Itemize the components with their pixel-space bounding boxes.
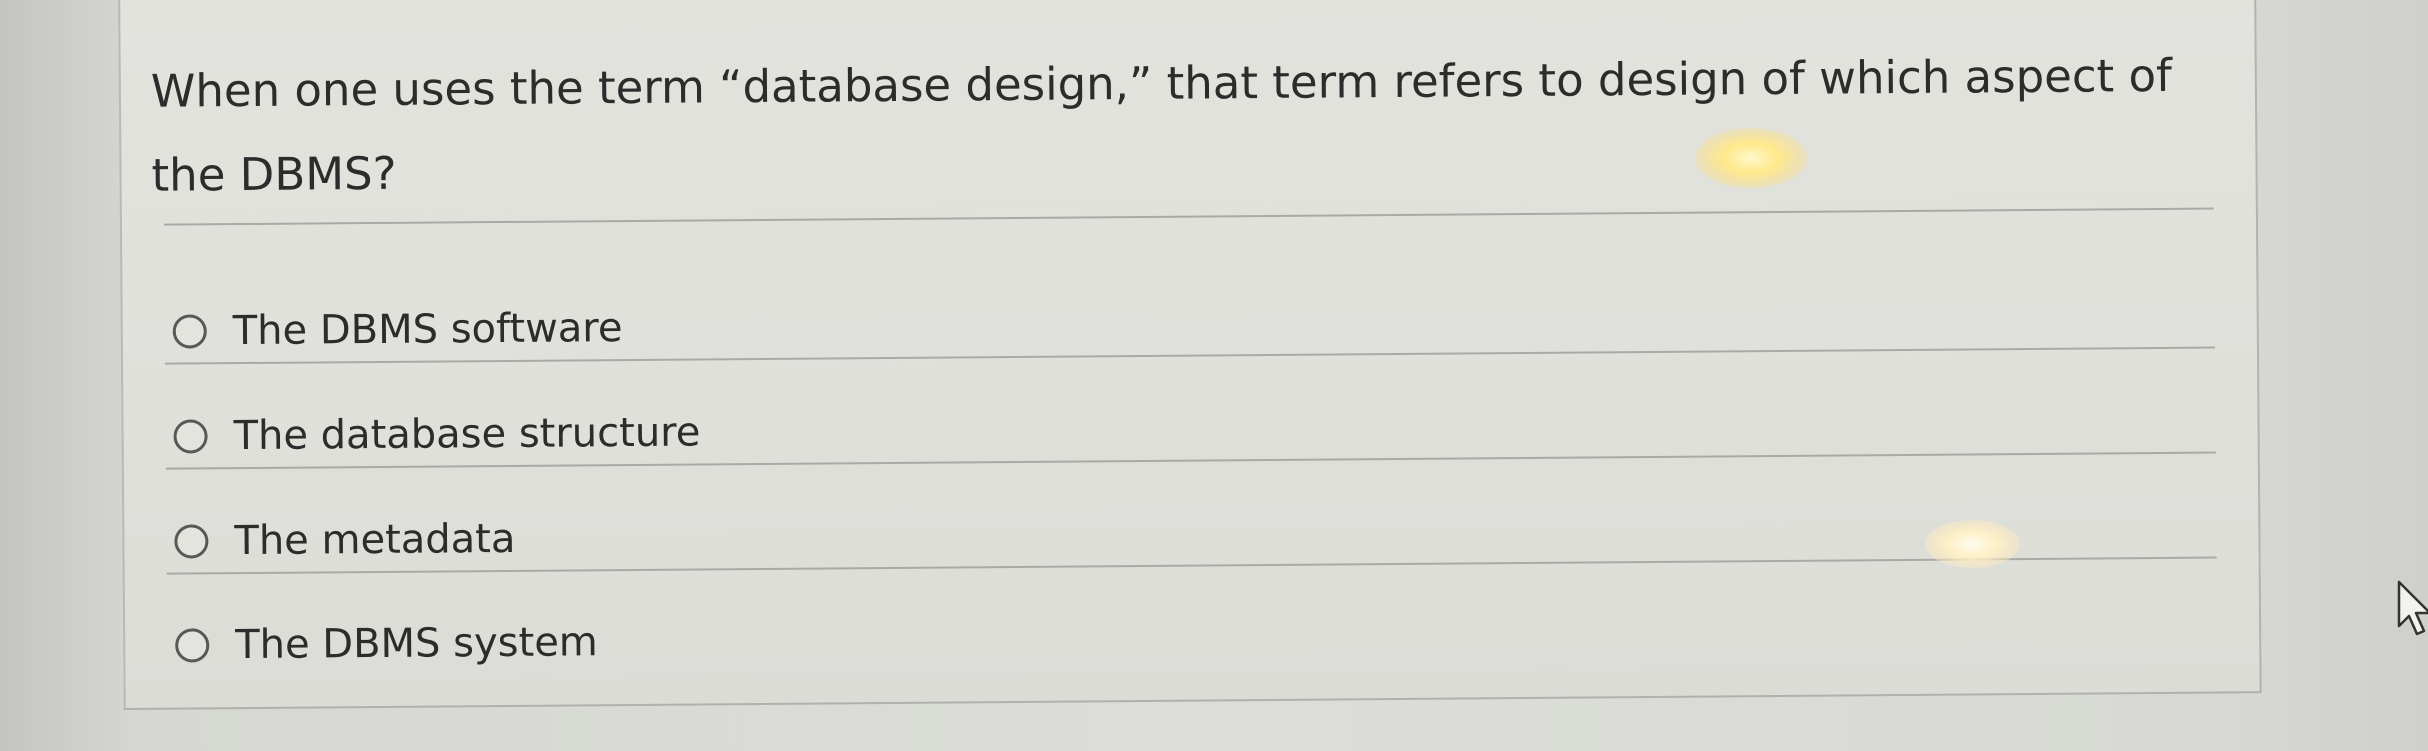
answer-option-2[interactable]: The database structure [173,402,701,466]
answer-option-label: The database structure [233,409,701,460]
answer-option-label: The metadata [234,515,516,565]
answer-option-4[interactable]: The DBMS system [175,612,598,675]
radio-unselected-icon[interactable] [172,314,207,349]
question-card: When one uses the term “database design,… [118,0,2262,710]
answer-option-label: The DBMS software [232,305,623,355]
answer-option-3[interactable]: The metadata [174,509,516,572]
mouse-pointer-icon [2397,580,2428,636]
radio-unselected-icon[interactable] [174,524,209,559]
radio-unselected-icon[interactable] [173,419,208,454]
answer-option-1[interactable]: The DBMS software [172,298,623,362]
question-text: When one uses the term “database design,… [150,48,2173,202]
answer-option-label: The DBMS system [235,619,598,669]
radio-unselected-icon[interactable] [175,628,210,663]
